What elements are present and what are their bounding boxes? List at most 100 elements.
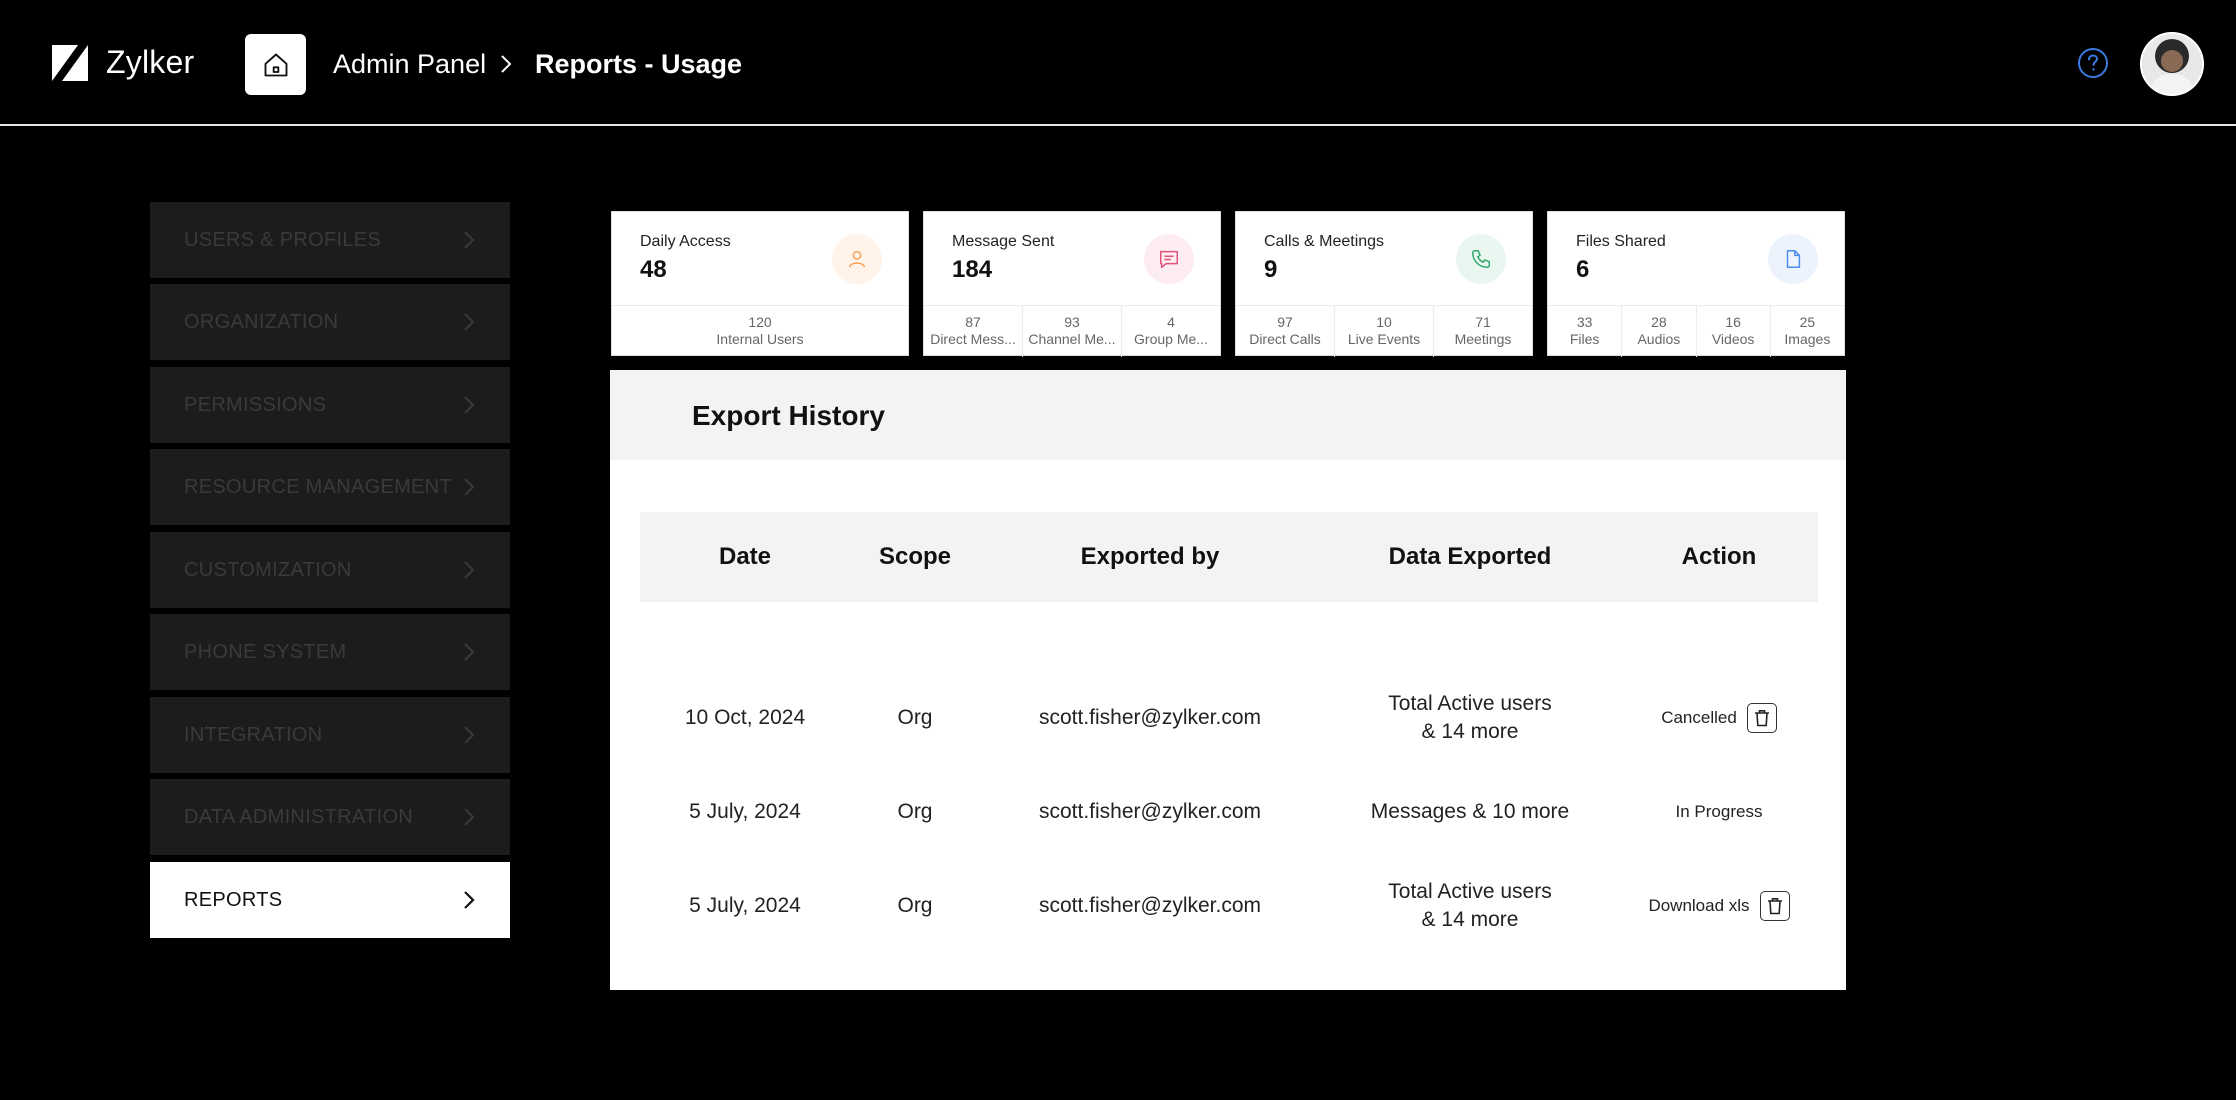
card-breakdown: 87 Direct Mess... 93 Channel Me... 4 Group … bbox=[924, 305, 1220, 357]
card-title: Files Shared bbox=[1576, 233, 1666, 250]
brand-name: Zylker bbox=[106, 44, 195, 80]
chevron-right-icon bbox=[464, 808, 475, 826]
cell-scope: Org bbox=[897, 706, 933, 729]
breakdown-item: 16 Videos bbox=[1695, 306, 1770, 357]
sidebar-item-label: DATA ADMINISTRATION bbox=[184, 805, 414, 828]
download-xls-link[interactable]: Download xls bbox=[1648, 892, 1749, 920]
column-header-action: Action bbox=[1681, 543, 1757, 570]
trash-icon bbox=[1754, 710, 1769, 727]
sidebar-item-data-administration[interactable]: DATA ADMINISTRATION bbox=[150, 779, 510, 855]
sidebar-item-label: REPORTS bbox=[184, 888, 283, 911]
user-avatar[interactable] bbox=[2140, 32, 2204, 96]
card-value: 184 bbox=[952, 256, 993, 283]
action-status: Cancelled bbox=[1661, 708, 1737, 727]
column-header-date: Date bbox=[718, 543, 772, 570]
top-header: Zylker Admin Panel Reports - Usage bbox=[0, 0, 2236, 126]
cell-action: In Progress bbox=[1620, 772, 1818, 852]
sidebar-item-customization[interactable]: CUSTOMIZATION bbox=[150, 532, 510, 608]
stat-card-message-sent[interactable]: Message Sent 184 87 Direct Mess... 93 Chan… bbox=[923, 211, 1221, 357]
sidebar-item-label: INTEGRATION bbox=[184, 723, 323, 746]
card-breakdown: 33 Files 28 Audios 16 Videos 25 Images bbox=[1548, 305, 1844, 357]
card-title: Daily Access bbox=[640, 233, 731, 250]
phone-icon bbox=[1456, 234, 1506, 284]
breakdown-item: 28 Audios bbox=[1621, 306, 1695, 357]
card-value: 9 bbox=[1264, 256, 1278, 283]
breadcrumb-admin-panel[interactable]: Admin Panel bbox=[333, 44, 486, 84]
sidebar-item-organization[interactable]: ORGANIZATION bbox=[150, 284, 510, 360]
column-header-data-exported: Data Exported bbox=[1388, 543, 1552, 570]
cell-action: Download xls bbox=[1620, 866, 1818, 946]
cell-scope: Org bbox=[897, 800, 933, 823]
user-icon bbox=[832, 234, 882, 284]
cell-data-exported: Messages & 10 more bbox=[1370, 800, 1570, 823]
sidebar-item-label: PERMISSIONS bbox=[184, 393, 327, 416]
chevron-right-icon bbox=[464, 231, 475, 249]
stat-card-calls-meetings[interactable]: Calls & Meetings 9 97 Direct Calls 10 Live… bbox=[1235, 211, 1533, 357]
cell-action: Cancelled bbox=[1620, 678, 1818, 758]
stat-card-files-shared[interactable]: Files Shared 6 33 Files 28 Audios 16 Videos… bbox=[1547, 211, 1845, 357]
card-title: Calls & Meetings bbox=[1264, 233, 1385, 250]
card-breakdown: 120 Internal Users bbox=[612, 305, 908, 357]
card-breakdown: 97 Direct Calls 10 Live Events 71 Meetings bbox=[1236, 305, 1532, 357]
trash-icon bbox=[1767, 898, 1782, 915]
breakdown-item: 93 Channel Me... bbox=[1022, 306, 1121, 357]
stat-card-daily-access[interactable]: Daily Access 48 120 Internal Users bbox=[611, 211, 909, 356]
card-title: Message Sent bbox=[952, 233, 1055, 250]
table-header: Date Scope Exported by Data Exported Act… bbox=[640, 512, 1818, 602]
file-icon bbox=[1768, 234, 1818, 284]
chevron-right-icon bbox=[464, 891, 475, 909]
avatar-image-icon bbox=[2142, 34, 2202, 94]
card-value: 6 bbox=[1576, 256, 1590, 283]
sidebar-item-phone-system[interactable]: PHONE SYSTEM bbox=[150, 614, 510, 690]
sidebar-item-label: ORGANIZATION bbox=[184, 310, 339, 333]
panel-title: Export History bbox=[692, 400, 885, 431]
sidebar-item-resource-management[interactable]: RESOURCE MANAGEMENT bbox=[150, 449, 510, 525]
sidebar-item-reports[interactable]: REPORTS bbox=[150, 862, 510, 938]
breakdown-item: 33 Files bbox=[1569, 314, 1600, 347]
cell-data-exported: Total Active users & 14 more bbox=[1388, 692, 1552, 743]
cell-scope: Org bbox=[897, 894, 933, 917]
sidebar-item-integration[interactable]: INTEGRATION bbox=[150, 697, 510, 773]
delete-button[interactable] bbox=[1759, 891, 1790, 921]
home-button[interactable] bbox=[245, 34, 306, 95]
table-row: 5 July, 2024 Org scott.fisher@zylker.com… bbox=[640, 866, 1818, 946]
zylker-logo-icon bbox=[52, 44, 88, 81]
cell-date: 5 July, 2024 bbox=[689, 800, 801, 823]
breakdown-item: 97 Direct Calls bbox=[1249, 314, 1321, 347]
sidebar-item-label: PHONE SYSTEM bbox=[184, 640, 347, 663]
cell-exported-by: scott.fisher@zylker.com bbox=[1038, 706, 1262, 729]
sidebar-item-label: CUSTOMIZATION bbox=[184, 558, 352, 581]
export-history-panel: Export History Date Scope Exported by Da… bbox=[610, 370, 1846, 990]
table-row: 5 July, 2024 Org scott.fisher@zylker.com… bbox=[640, 772, 1818, 852]
column-header-exported-by: Exported by bbox=[1080, 543, 1220, 570]
chevron-right-icon bbox=[464, 396, 475, 414]
home-icon bbox=[264, 53, 287, 76]
panel-header: Export History bbox=[610, 370, 1846, 460]
breakdown-item: 71 Meetings bbox=[1433, 306, 1532, 357]
cell-date: 5 July, 2024 bbox=[689, 894, 801, 917]
sidebar-item-users-profiles[interactable]: USERS & PROFILES bbox=[150, 202, 510, 278]
breakdown-item: 10 Live Events bbox=[1334, 306, 1433, 357]
chevron-right-icon bbox=[464, 561, 475, 579]
column-header-scope: Scope bbox=[878, 543, 952, 570]
sidebar-item-label: USERS & PROFILES bbox=[184, 228, 382, 251]
breadcrumb-separator bbox=[498, 44, 514, 84]
breakdown-item: 120 Internal Users bbox=[716, 314, 804, 347]
card-value: 48 bbox=[640, 256, 667, 283]
brand-logo[interactable]: Zylker bbox=[52, 44, 194, 81]
cell-exported-by: scott.fisher@zylker.com bbox=[1038, 894, 1262, 917]
sidebar-item-label: RESOURCE MANAGEMENT bbox=[184, 475, 452, 498]
breakdown-item: 25 Images bbox=[1769, 306, 1844, 357]
sidebar-item-permissions[interactable]: PERMISSIONS bbox=[150, 367, 510, 443]
chat-icon bbox=[1144, 234, 1194, 284]
breakdown-item: 4 Group Me... bbox=[1121, 306, 1220, 357]
breakdown-item: 87 Direct Mess... bbox=[930, 314, 1016, 347]
chevron-right-icon bbox=[464, 313, 475, 331]
cell-date: 10 Oct, 2024 bbox=[684, 706, 806, 729]
delete-button[interactable] bbox=[1746, 703, 1777, 733]
chevron-right-icon bbox=[464, 643, 475, 661]
chevron-right-icon bbox=[464, 726, 475, 744]
help-icon[interactable] bbox=[2077, 47, 2109, 79]
cell-data-exported: Total Active users & 14 more bbox=[1388, 880, 1552, 931]
breadcrumb-current: Reports - Usage bbox=[535, 48, 743, 79]
